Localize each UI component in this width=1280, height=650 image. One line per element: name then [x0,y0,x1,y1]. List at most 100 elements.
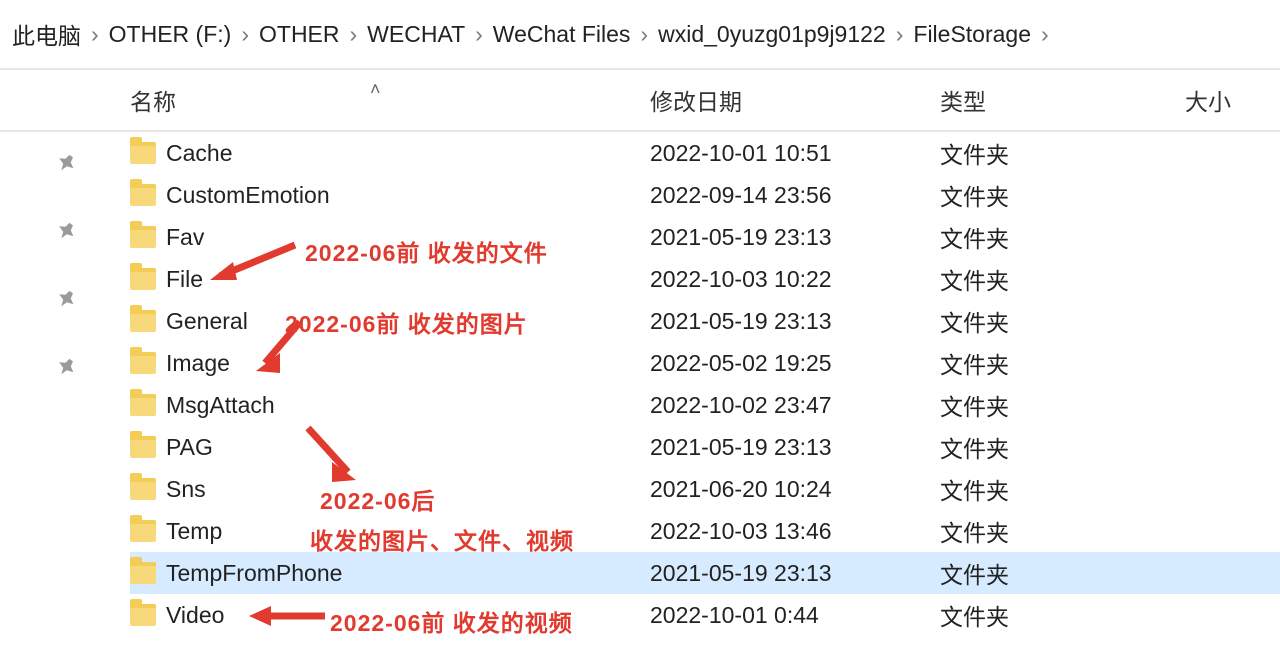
file-name: PAG [166,434,213,461]
file-name: Video [166,602,224,629]
file-name: MsgAttach [166,392,275,419]
cell-date: 2022-10-03 10:22 [650,266,940,293]
crumb-wechat[interactable]: WECHAT [367,21,465,48]
pin-icon[interactable] [52,288,78,320]
folder-icon [130,142,156,164]
cell-type: 文件夹 [940,220,1185,254]
column-header-name[interactable]: 名称 ˄ [130,83,650,117]
file-name: Sns [166,476,206,503]
cell-name: Temp [130,518,650,545]
crumb-other[interactable]: OTHER [259,21,340,48]
pin-icon[interactable] [52,220,78,252]
cell-date: 2021-05-19 23:13 [650,308,940,335]
chevron-right-icon: › [241,21,249,48]
sort-arrow-up-icon: ˄ [370,79,381,100]
column-header-name-label: 名称 [130,89,176,115]
folder-icon [130,436,156,458]
chevron-right-icon: › [1041,21,1049,48]
table-row[interactable]: MsgAttach 2022-10-02 23:47文件夹 [130,384,1280,426]
table-row[interactable]: CustomEmotion2022-09-14 23:56文件夹 [130,174,1280,216]
cell-type: 文件夹 [940,262,1185,296]
chevron-right-icon: › [640,21,648,48]
folder-icon [130,394,156,416]
folder-icon [130,352,156,374]
file-name: General [166,308,248,335]
cell-name: File [130,266,650,293]
file-listing: Cache2022-10-01 10:51文件夹CustomEmotion202… [130,132,1280,650]
column-header-type[interactable]: 类型 [940,83,1185,117]
file-list-body: Cache2022-10-01 10:51文件夹CustomEmotion202… [0,132,1280,650]
table-row[interactable]: TempFromPhone 2021-05-19 23:13文件夹 [130,552,1280,594]
crumb-this-pc[interactable]: 此电脑 [12,17,81,51]
cell-type: 文件夹 [940,430,1185,464]
cell-date: 2021-05-19 23:13 [650,560,940,587]
table-row[interactable]: General 2021-05-19 23:13文件夹 [130,300,1280,342]
table-row[interactable]: PAG 2021-05-19 23:13文件夹 [130,426,1280,468]
breadcrumb: 此电脑 › OTHER (F:) › OTHER › WECHAT › WeCh… [0,0,1280,70]
cell-name: CustomEmotion [130,182,650,209]
column-headers: 名称 ˄ 修改日期 类型 大小 [0,70,1280,132]
file-name: CustomEmotion [166,182,330,209]
chevron-right-icon: › [896,21,904,48]
chevron-right-icon: › [475,21,483,48]
cell-date: 2021-05-19 23:13 [650,224,940,251]
crumb-wechat-files[interactable]: WeChat Files [493,21,631,48]
cell-name: Image [130,350,650,377]
folder-icon [130,226,156,248]
cell-name: MsgAttach [130,392,650,419]
table-row[interactable]: Sns 2021-06-20 10:24文件夹 [130,468,1280,510]
cell-name: Video [130,602,650,629]
cell-date: 2022-10-02 23:47 [650,392,940,419]
quick-access-gutter [0,132,130,650]
cell-type: 文件夹 [940,514,1185,548]
folder-icon [130,478,156,500]
file-name: File [166,266,203,293]
chevron-right-icon: › [91,21,99,48]
table-row[interactable]: Cache 2022-10-01 10:51文件夹 [130,132,1280,174]
crumb-drive-f[interactable]: OTHER (F:) [109,21,232,48]
folder-icon [130,268,156,290]
chevron-right-icon: › [350,21,358,48]
cell-name: Cache [130,140,650,167]
cell-type: 文件夹 [940,598,1185,632]
folder-icon [130,562,156,584]
folder-icon [130,310,156,332]
column-header-date[interactable]: 修改日期 [650,83,940,117]
cell-type: 文件夹 [940,388,1185,422]
cell-type: 文件夹 [940,472,1185,506]
file-name: TempFromPhone [166,560,342,587]
cell-name: PAG [130,434,650,461]
crumb-filestorage[interactable]: FileStorage [913,21,1031,48]
file-name: Temp [166,518,222,545]
folder-icon [130,604,156,626]
table-row[interactable]: Video 2022-10-01 0:44文件夹 [130,594,1280,636]
cell-date: 2022-05-02 19:25 [650,350,940,377]
cell-date: 2022-10-01 0:44 [650,602,940,629]
pin-icon[interactable] [52,152,78,184]
cell-type: 文件夹 [940,556,1185,590]
cell-date: 2021-05-19 23:13 [650,434,940,461]
cell-name: General [130,308,650,335]
cell-name: Fav [130,224,650,251]
folder-icon [130,520,156,542]
file-name: Image [166,350,230,377]
table-row[interactable]: File 2022-10-03 10:22文件夹 [130,258,1280,300]
cell-date: 2022-10-03 13:46 [650,518,940,545]
cell-type: 文件夹 [940,136,1185,170]
pin-icon[interactable] [52,356,78,388]
table-row[interactable]: Image 2022-05-02 19:25文件夹 [130,342,1280,384]
table-row[interactable]: Fav 2021-05-19 23:13文件夹 [130,216,1280,258]
file-name: Fav [166,224,204,251]
folder-icon [130,184,156,206]
cell-type: 文件夹 [940,304,1185,338]
cell-name: Sns [130,476,650,503]
crumb-wxid[interactable]: wxid_0yuzg01p9j9122 [658,21,886,48]
cell-name: TempFromPhone [130,560,650,587]
column-header-size[interactable]: 大小 [1185,83,1280,117]
cell-type: 文件夹 [940,346,1185,380]
table-row[interactable]: Temp 2022-10-03 13:46文件夹 [130,510,1280,552]
file-name: Cache [166,140,232,167]
cell-date: 2022-10-01 10:51 [650,140,940,167]
cell-date: 2021-06-20 10:24 [650,476,940,503]
cell-date: 2022-09-14 23:56 [650,182,940,209]
